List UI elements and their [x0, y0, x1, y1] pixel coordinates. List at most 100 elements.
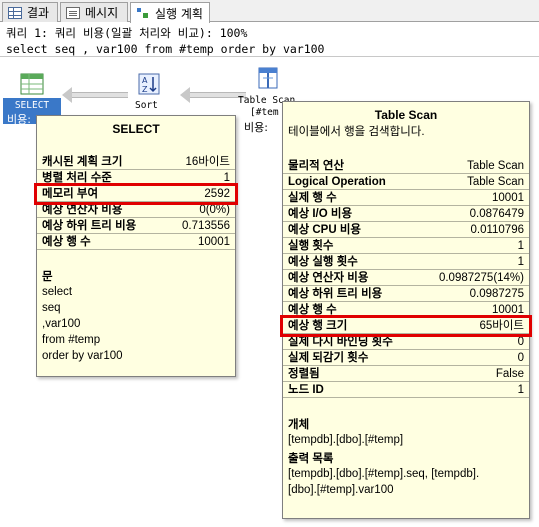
property-name: 예상 행 수 — [42, 236, 91, 248]
query-header: 쿼리 1: 쿼리 비용(일괄 처리와 비교): 100% — [6, 26, 248, 40]
property-row: 예상 행 크기 65바이트 — [280, 315, 532, 337]
property-name: 예상 연산자 비용 — [288, 272, 369, 284]
tab-execution-plan[interactable]: 실행 계획 — [130, 2, 210, 23]
sort-operator-icon[interactable]: A Z — [137, 72, 161, 96]
property-name: 실행 횟수 — [288, 240, 334, 252]
property-row: 실제 되감기 횟수 0 — [283, 350, 529, 366]
property-name: 예상 하위 트리 비용 — [288, 288, 383, 300]
output-list-header: 출력 목록 — [288, 453, 334, 465]
property-name: 예상 실행 횟수 — [288, 256, 358, 268]
property-value: 1 — [223, 172, 230, 184]
property-row: 병렬 처리 수준 1 — [37, 170, 235, 186]
property-value: 16바이트 — [185, 156, 230, 168]
tab-messages[interactable]: 메시지 — [60, 2, 128, 22]
svg-text:Z: Z — [142, 85, 148, 94]
tooltip-title: SELECT — [112, 122, 160, 136]
property-row: 예상 CPU 비용 0.0110796 — [283, 222, 529, 238]
property-row: 실행 횟수 1 — [283, 238, 529, 254]
property-value: 10001 — [492, 304, 524, 316]
divider — [0, 56, 539, 57]
tab-label: 실행 계획 — [155, 6, 203, 21]
flow-arrow — [62, 87, 128, 103]
property-value: 0.0987275(14%) — [438, 272, 524, 284]
select-operator-label: SELECT — [14, 100, 50, 111]
tab-label: 결과 — [27, 6, 50, 20]
text-line: [tempdb].[dbo].[#temp].seq, [tempdb]. — [288, 468, 480, 480]
property-row: 예상 하위 트리 비용 0.713556 — [37, 218, 235, 234]
tab-results[interactable]: 결과 — [2, 2, 58, 22]
property-name: 예상 행 수 — [288, 304, 337, 316]
table-scan-object-label: [#tem — [250, 107, 279, 118]
property-value: Table Scan — [467, 160, 524, 172]
property-name: 예상 I/O 비용 — [288, 208, 353, 220]
property-value: 0.0110796 — [470, 224, 524, 236]
property-value: Table Scan — [467, 176, 524, 188]
property-value: 2592 — [204, 188, 230, 200]
property-row: 캐시된 계획 크기 16바이트 — [37, 154, 235, 170]
text-line: ,var100 — [42, 318, 81, 330]
property-name: 예상 CPU 비용 — [288, 224, 361, 236]
result-tabbar: 결과 메시지 실행 계획 — [0, 0, 539, 23]
table-scan-operator-icon[interactable] — [256, 66, 280, 90]
object-value: [tempdb].[dbo].[#temp] — [288, 434, 404, 446]
property-row: Logical Operation Table Scan — [283, 174, 529, 190]
property-name: 실제 행 수 — [288, 192, 337, 204]
message-icon — [66, 6, 80, 19]
property-name: Logical Operation — [288, 176, 386, 188]
property-name: 노드 ID — [288, 384, 324, 396]
property-row: 노드 ID 1 — [283, 382, 529, 398]
property-value: 0(0%) — [199, 204, 230, 216]
property-row: 예상 행 수 10001 — [283, 302, 529, 318]
property-value: 0.713556 — [182, 220, 230, 232]
property-value: 10001 — [198, 236, 230, 248]
property-name: 예상 하위 트리 비용 — [42, 220, 137, 232]
tab-label: 메시지 — [85, 6, 119, 20]
property-name: 정렬됨 — [288, 368, 320, 380]
plan-icon — [136, 7, 150, 19]
property-name: 실제 되감기 횟수 — [288, 352, 369, 364]
property-value: 0.0876479 — [469, 208, 524, 220]
select-operator-icon[interactable] — [20, 72, 44, 96]
grid-icon — [8, 6, 22, 19]
property-value: 1 — [517, 240, 524, 252]
property-row: 예상 하위 트리 비용 0.0987275 — [283, 286, 529, 302]
property-value: 1 — [517, 384, 524, 396]
property-name: 실제 다시 바인딩 횟수 — [288, 336, 393, 348]
query-sql: select seq , var100 from #temp order by … — [6, 42, 325, 56]
text-line: select — [42, 286, 73, 298]
svg-text:A: A — [142, 76, 148, 85]
property-row: 예상 행 수 10001 — [37, 234, 235, 250]
property-value: False — [495, 368, 524, 380]
tooltip-description: 테이블에서 행을 검색합니다. — [288, 126, 425, 138]
text-line: from #temp — [42, 334, 101, 346]
property-row: 메모리 부여 2592 — [34, 183, 238, 205]
property-name: 물리적 연산 — [288, 160, 345, 172]
property-value: 0 — [517, 352, 524, 364]
sort-operator-label: Sort — [135, 100, 158, 111]
property-row: 실제 다시 바인딩 횟수 0 — [283, 334, 529, 350]
object-header: 개체 — [288, 419, 310, 431]
select-operator-cost: 비용: — [7, 113, 31, 126]
text-line: seq — [42, 302, 61, 314]
table-scan-cost: 비용: — [244, 121, 268, 134]
property-row: 물리적 연산 Table Scan — [283, 158, 529, 174]
property-row: 예상 연산자 비용 0(0%) — [37, 202, 235, 218]
property-row: 예상 실행 횟수 1 — [283, 254, 529, 270]
property-row: 예상 I/O 비용 0.0876479 — [283, 206, 529, 222]
property-row: 실제 행 수 10001 — [283, 190, 529, 206]
property-value: 10001 — [492, 192, 524, 204]
property-row: 예상 연산자 비용 0.0987275(14%) — [283, 270, 529, 286]
property-name: 병렬 처리 수준 — [42, 172, 112, 184]
text-line: [dbo].[#temp].var100 — [288, 484, 394, 496]
property-value: 1 — [517, 256, 524, 268]
property-value: 0.0987275 — [469, 288, 524, 300]
property-name: 캐시된 계획 크기 — [42, 156, 123, 168]
property-value: 65바이트 — [479, 320, 524, 332]
tooltip-title: Table Scan — [374, 108, 438, 122]
table-scan-tooltip: Table Scan 테이블에서 행을 검색합니다. 물리적 연산 Table S… — [280, 101, 532, 519]
property-name: 메모리 부여 — [42, 188, 99, 200]
property-value: 0 — [517, 336, 524, 348]
text-line: order by var100 — [42, 350, 123, 362]
statement-header: 문 — [42, 271, 53, 283]
select-tooltip: SELECT 캐시된 계획 크기 16바이트병렬 처리 수준 1 메모리 부여 2592… — [34, 115, 238, 377]
